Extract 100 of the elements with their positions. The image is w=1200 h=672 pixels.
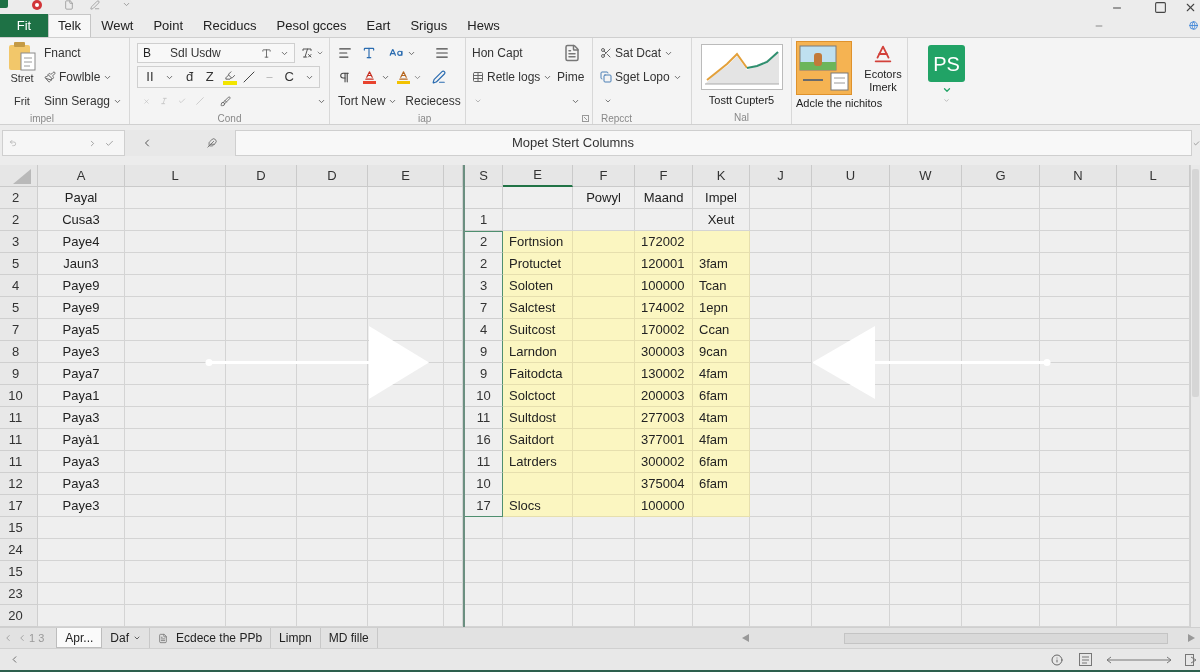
check-icon	[178, 97, 186, 105]
feather-icon[interactable]	[207, 138, 217, 148]
row-number: 11	[0, 451, 38, 473]
column-header[interactable]: D	[297, 165, 368, 187]
ribbon-command[interactable]: Sinn Seragg	[44, 91, 123, 111]
format-letter[interactable]: đ	[186, 67, 194, 87]
empty-cell	[890, 231, 962, 253]
format-letter[interactable]: Z	[205, 67, 214, 87]
column-header[interactable]: U	[812, 165, 890, 187]
ribbon-command[interactable]: Retle logs	[472, 67, 553, 87]
close-icon[interactable]	[1184, 1, 1197, 14]
paste-button[interactable]: Stret	[8, 41, 36, 89]
empty-cell	[226, 517, 297, 539]
menu-tab[interactable]: Srigus	[400, 14, 458, 37]
ribbon-command[interactable]: Sget Lopo	[600, 67, 682, 87]
table-cell: Paya3	[38, 407, 125, 429]
ribbon-command[interactable]: Fowlble	[44, 67, 113, 87]
letter-icon[interactable]	[872, 43, 894, 65]
text-size-icon[interactable]	[261, 47, 272, 59]
column-header[interactable]: S	[465, 165, 503, 187]
check-icon[interactable]	[105, 138, 114, 148]
font-name[interactable]: Sdl Usdw	[170, 44, 221, 62]
group-label: Repcct	[601, 113, 633, 125]
scissors-icon	[600, 47, 612, 59]
column-header[interactable]: J	[750, 165, 812, 187]
ribbon-command[interactable]: Tort New	[338, 91, 398, 111]
empty-cell	[226, 297, 297, 319]
format-letter[interactable]: C	[284, 67, 294, 87]
file-tab[interactable]: Fit	[0, 14, 48, 37]
document-icon[interactable]	[563, 42, 581, 64]
column-header[interactable]: K	[693, 165, 750, 187]
font-color-icon[interactable]	[397, 69, 410, 85]
empty-cell	[226, 253, 297, 275]
file-icon[interactable]	[64, 0, 74, 10]
ribbon-command[interactable]: Hon Capt	[472, 43, 523, 63]
menu-tab[interactable]: Telk	[48, 14, 92, 37]
empty-cell	[297, 517, 368, 539]
chevron-right-icon[interactable]	[88, 138, 97, 148]
menu-tab[interactable]: Eart	[356, 14, 401, 37]
caret-icon[interactable]	[941, 85, 952, 95]
menu-tab[interactable]: Point	[143, 14, 194, 37]
column-header[interactable]: L	[125, 165, 226, 187]
launcher-icon[interactable]	[582, 115, 589, 122]
align-justify-icon[interactable]	[435, 46, 449, 60]
picture-button[interactable]	[796, 41, 852, 95]
align-left-icon[interactable]	[338, 46, 352, 60]
empty-cell	[226, 561, 297, 583]
page-icon[interactable]	[1079, 653, 1092, 666]
select-all-icon[interactable]	[13, 169, 31, 184]
chart-button[interactable]: Tostt Cupter5	[700, 44, 783, 110]
menu-tab[interactable]: Wewt	[91, 14, 144, 37]
menu-tab[interactable]: Hews	[457, 14, 510, 37]
highlighter-icon[interactable]	[222, 69, 237, 85]
column-header[interactable]: N	[1040, 165, 1117, 187]
column-header[interactable]: A	[38, 165, 125, 187]
column-header[interactable]: F	[635, 165, 693, 187]
column-header[interactable]: G	[962, 165, 1040, 187]
ribbon-command[interactable]: Fnanct	[44, 43, 81, 63]
table-cell: 100000	[635, 495, 693, 517]
empty-cell	[503, 561, 573, 583]
formula-field[interactable]: Mopet Stert Columns	[235, 130, 1192, 156]
pen-icon[interactable]	[432, 70, 446, 84]
ribbon-command[interactable]: Reciecess	[405, 91, 461, 111]
scrollbar-thumb[interactable]	[1192, 169, 1199, 397]
scroll-right-icon[interactable]	[1188, 634, 1195, 642]
empty-cell	[635, 583, 693, 605]
column-header[interactable]: W	[890, 165, 962, 187]
column-header[interactable]: L	[1117, 165, 1190, 187]
column-header[interactable]: F	[573, 165, 635, 187]
info-icon[interactable]	[1051, 653, 1063, 666]
menu-tab[interactable]: Pesol gcces	[266, 14, 357, 37]
brush-icon[interactable]	[220, 95, 231, 107]
column-header[interactable]: E	[503, 165, 573, 187]
empty-cell	[890, 583, 962, 605]
check-icon[interactable]	[1192, 139, 1200, 147]
ribbon-command[interactable]: Sat Dcat	[600, 43, 674, 63]
ribbon-command[interactable]: Frit	[14, 92, 30, 110]
empty-cell	[750, 583, 812, 605]
globe-icon[interactable]	[1189, 21, 1198, 30]
double-arrow-icon[interactable]	[1106, 655, 1172, 664]
font-color-icon[interactable]	[363, 69, 376, 85]
circle-icon[interactable]	[32, 0, 42, 10]
row-number: 7	[0, 319, 38, 341]
table-cell: Paye4	[38, 231, 125, 253]
maximize-icon[interactable]	[1154, 1, 1167, 14]
empty-cell	[297, 297, 368, 319]
format-letter[interactable]: II	[146, 67, 154, 87]
empty-cell	[297, 209, 368, 231]
menu-tab[interactable]: Reciducs	[193, 14, 267, 37]
clear-format-icon[interactable]	[301, 47, 313, 59]
pilcrow-icon[interactable]	[338, 70, 351, 84]
scrollbar-thumb[interactable]	[844, 632, 1168, 644]
scroll-left-icon[interactable]	[742, 634, 749, 642]
column-header[interactable]: D	[226, 165, 297, 187]
row-number: 23	[0, 583, 38, 605]
slash-icon[interactable]	[243, 71, 256, 83]
sheet-tab[interactable]: Apr...	[56, 628, 103, 648]
type-icon[interactable]	[362, 46, 376, 60]
ribbon-command[interactable]: Pime	[557, 68, 585, 86]
column-header[interactable]: E	[368, 165, 444, 187]
